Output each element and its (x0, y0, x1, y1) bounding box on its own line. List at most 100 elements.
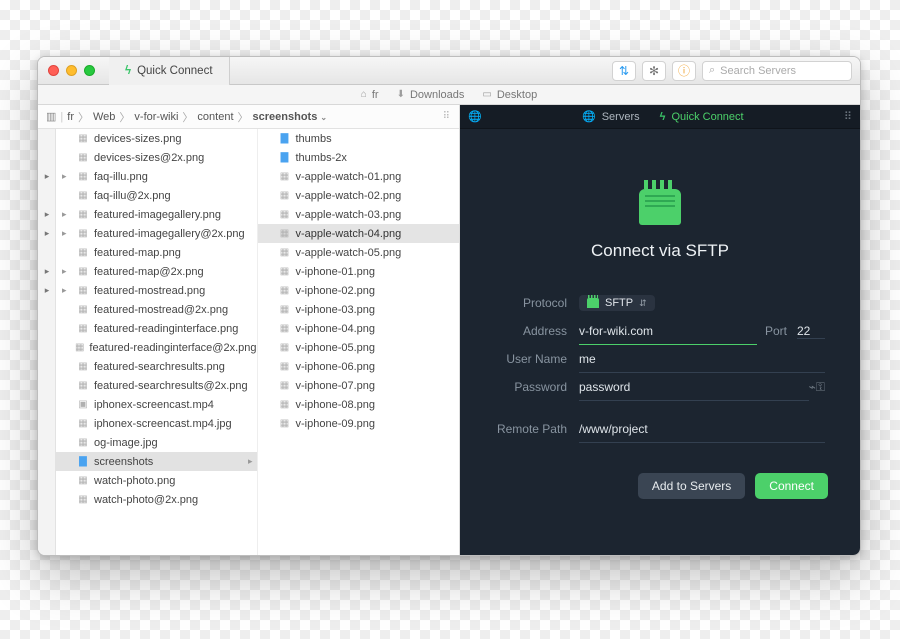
label-port: Port (765, 324, 787, 338)
crumb[interactable]: content (197, 111, 233, 123)
file-row[interactable]: ▸▦featured-searchresults@2x.png (56, 376, 257, 395)
home-icon: ⌂ (361, 89, 367, 100)
panel-options-icon[interactable]: ⠿ (844, 110, 852, 123)
file-row[interactable]: ▸▦v-apple-watch-02.png (258, 186, 460, 205)
gutter-row (38, 490, 56, 509)
protocol-select[interactable]: SFTP ⇵ (579, 295, 655, 311)
file-row[interactable]: ▸▦iphonex-screencast.mp4.jpg (56, 414, 257, 433)
file-row[interactable]: ▸▦v-iphone-01.png (258, 262, 460, 281)
password-input[interactable]: password (579, 373, 809, 401)
image-icon: ▦ (76, 322, 90, 336)
file-row[interactable]: ▸▦v-iphone-03.png (258, 300, 460, 319)
file-row[interactable]: ▸▦v-iphone-08.png (258, 395, 460, 414)
file-row[interactable]: ▸▦featured-mostread.png (56, 281, 257, 300)
sidebar-toggle-icon[interactable]: ▥ (46, 110, 56, 123)
file-row[interactable]: ▸▦v-iphone-02.png (258, 281, 460, 300)
label-remote-path: Remote Path (495, 422, 579, 436)
file-row[interactable]: ▸▣iphonex-screencast.mp4 (56, 395, 257, 414)
gutter-row: ▸ (38, 205, 56, 224)
file-row[interactable]: ▸▇thumbs-2x (258, 148, 460, 167)
file-row[interactable]: ▸▦devices-sizes@2x.png (56, 148, 257, 167)
file-row[interactable]: ▸▦v-iphone-06.png (258, 357, 460, 376)
search-servers-input[interactable]: ⌕ Search Servers (702, 61, 852, 81)
image-icon: ▦ (278, 398, 292, 412)
username-input[interactable]: me (579, 345, 825, 373)
tab-servers[interactable]: 🌐 Servers (582, 110, 640, 123)
label-username: User Name (495, 352, 579, 366)
bolt-icon: ϟ (125, 65, 131, 77)
file-row[interactable]: ▸▦watch-photo@2x.png (56, 490, 257, 509)
zoom-window-button[interactable] (84, 65, 95, 76)
file-row[interactable]: ▸▦watch-photo.png (56, 471, 257, 490)
view-options-icon[interactable]: ⠿ (443, 111, 451, 122)
file-row[interactable]: ▸▇screenshots▸ (56, 452, 257, 471)
file-name: v-iphone-08.png (296, 399, 376, 411)
info-button[interactable]: ⓘ (672, 61, 696, 81)
tab-quick-connect[interactable]: ϟ Quick Connect (109, 57, 230, 85)
remote-path-input[interactable]: /www/project (579, 415, 825, 443)
favorite-home[interactable]: ⌂fr (361, 89, 379, 101)
file-row[interactable]: ▸▦featured-readinginterface@2x.png (56, 338, 257, 357)
file-row[interactable]: ▸▦v-iphone-04.png (258, 319, 460, 338)
gutter-row (38, 357, 56, 376)
image-icon: ▦ (76, 208, 90, 222)
close-window-button[interactable] (48, 65, 59, 76)
file-row[interactable]: ▸▦v-apple-watch-04.png (258, 224, 460, 243)
gutter-row: ▸ (38, 167, 56, 186)
file-row[interactable]: ▸▦faq-illu.png (56, 167, 257, 186)
file-row[interactable]: ▸▦featured-mostread@2x.png (56, 300, 257, 319)
image-icon: ▦ (278, 265, 292, 279)
file-row[interactable]: ▸▦featured-searchresults.png (56, 357, 257, 376)
file-name: devices-sizes@2x.png (94, 152, 204, 164)
settings-button[interactable]: ✻ (642, 61, 666, 81)
favorite-desktop[interactable]: ▭Desktop (482, 89, 537, 101)
minimize-window-button[interactable] (66, 65, 77, 76)
crumb[interactable]: v-for-wiki (134, 111, 178, 123)
file-row[interactable]: ▸▦featured-map.png (56, 243, 257, 262)
file-row[interactable]: ▸▦devices-sizes.png (56, 129, 257, 148)
file-row[interactable]: ▸▦faq-illu@2x.png (56, 186, 257, 205)
file-row[interactable]: ▸▦v-iphone-07.png (258, 376, 460, 395)
image-icon: ▦ (278, 170, 292, 184)
connect-tabbar: 🌐 🌐 Servers ϟ Quick Connect ⠿ (460, 105, 860, 129)
file-row[interactable]: ▸▦v-apple-watch-05.png (258, 243, 460, 262)
file-name: featured-mostread.png (94, 285, 205, 297)
file-row[interactable]: ▸▦featured-imagegallery@2x.png (56, 224, 257, 243)
bolt-icon: ϟ (660, 111, 666, 123)
file-name: thumbs (296, 133, 332, 145)
sync-button[interactable]: ⇅ (612, 61, 636, 81)
file-name: v-iphone-03.png (296, 304, 376, 316)
key-icon[interactable]: ⌁⚿ (809, 380, 825, 395)
port-input[interactable]: 22 (797, 324, 825, 339)
file-row[interactable]: ▸▇thumbs (258, 129, 460, 148)
file-row[interactable]: ▸▦v-iphone-05.png (258, 338, 460, 357)
file-row[interactable]: ▸▦v-apple-watch-03.png (258, 205, 460, 224)
add-to-servers-button[interactable]: Add to Servers (638, 473, 745, 499)
file-row[interactable]: ▸▦featured-map@2x.png (56, 262, 257, 281)
address-input[interactable]: v-for-wiki.com (579, 317, 757, 345)
image-icon: ▦ (278, 322, 292, 336)
favorite-downloads[interactable]: ⬇Downloads (397, 89, 465, 101)
file-name: v-apple-watch-03.png (296, 209, 402, 221)
gutter-row: ▸ (38, 262, 56, 281)
globe-icon[interactable]: 🌐 (468, 110, 482, 123)
image-icon: ▦ (76, 474, 90, 488)
connect-button[interactable]: Connect (755, 473, 828, 499)
tab-quick-connect-right[interactable]: ϟ Quick Connect (660, 110, 744, 123)
favorites-bar: ⌂fr ⬇Downloads ▭Desktop (38, 85, 860, 105)
crumb-current[interactable]: screenshots ⌄ (253, 111, 328, 123)
crumb[interactable]: Web (93, 111, 115, 123)
file-name: v-iphone-02.png (296, 285, 376, 297)
file-name: og-image.jpg (94, 437, 158, 449)
file-row[interactable]: ▸▦featured-imagegallery.png (56, 205, 257, 224)
file-row[interactable]: ▸▦v-apple-watch-01.png (258, 167, 460, 186)
gutter-row (38, 243, 56, 262)
gutter-row: ▸ (38, 281, 56, 300)
label-protocol: Protocol (495, 296, 579, 310)
file-row[interactable]: ▸▦v-iphone-09.png (258, 414, 460, 433)
crumb[interactable]: fr (67, 111, 74, 123)
file-name: featured-searchresults@2x.png (94, 380, 248, 392)
file-row[interactable]: ▸▦featured-readinginterface.png (56, 319, 257, 338)
file-row[interactable]: ▸▦og-image.jpg (56, 433, 257, 452)
tab-label: Quick Connect (137, 65, 212, 77)
